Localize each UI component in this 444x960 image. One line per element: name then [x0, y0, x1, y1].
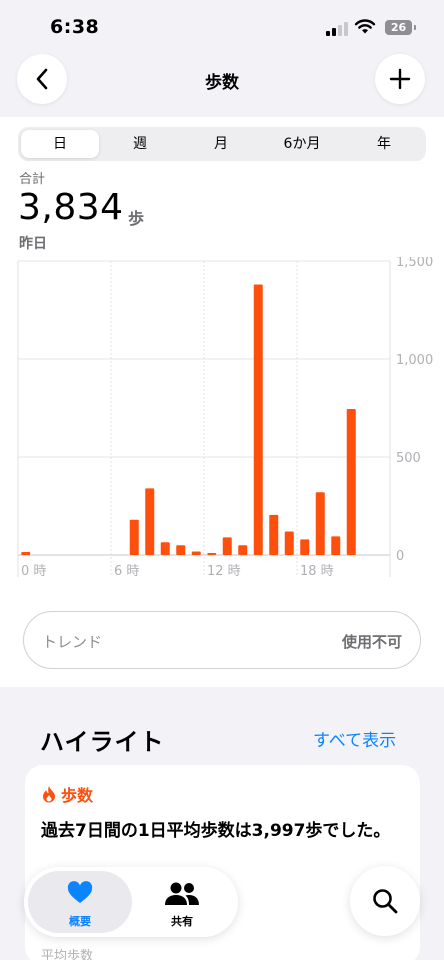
plus-icon [389, 68, 411, 90]
highlight-category: 歩数 [41, 782, 93, 806]
x-tick-label: 0 時 [21, 564, 46, 577]
cellular-signal-icon [326, 22, 348, 36]
segment-year[interactable]: 年 [345, 130, 423, 158]
segment-day[interactable]: 日 [21, 130, 99, 158]
tab-summary[interactable]: 概要 [28, 871, 132, 933]
status-bar: 6:38 26 [0, 0, 444, 54]
step-bar [222, 537, 232, 555]
segment-six-months[interactable]: 6か月 [263, 130, 341, 158]
x-tick-label: 18 時 [300, 564, 334, 577]
y-tick-label: 1,500 [396, 257, 433, 270]
step-bar [269, 514, 279, 555]
step-bar [315, 492, 325, 555]
show-all-link[interactable]: すべて表示 [313, 726, 396, 751]
y-tick-label: 0 [396, 549, 404, 564]
flame-icon [43, 786, 55, 803]
battery-icon: 26 [385, 20, 416, 35]
step-bar [300, 539, 310, 555]
highlights-heading: ハイライト [40, 728, 165, 756]
y-tick-label: 1,000 [396, 353, 433, 368]
step-bar [191, 551, 201, 555]
steps-bar-chart[interactable]: 1,500 1,000 500 0 0 時 6 時 12 時 18 時 [0, 257, 444, 577]
step-bar [284, 531, 294, 555]
step-bar [21, 552, 31, 555]
x-tick-label: 6 時 [114, 564, 139, 577]
trend-row[interactable]: トレンド 使用不可 [23, 611, 421, 669]
total-label: 合計 [19, 172, 46, 187]
nav-bar: 歩数 [0, 54, 444, 112]
period-segmented-control: 日 週 月 6か月 年 [18, 127, 426, 161]
status-time: 6:38 [50, 16, 100, 38]
add-data-button[interactable] [375, 54, 425, 104]
step-bar [129, 519, 139, 555]
step-bar [145, 488, 155, 555]
trend-status: 使用不可 [341, 633, 402, 651]
heart-icon [67, 881, 93, 903]
segment-week[interactable]: 週 [101, 130, 179, 158]
step-bar [238, 545, 248, 555]
wifi-icon [354, 19, 376, 34]
tab-sharing-label: 共有 [171, 915, 193, 928]
trend-label: トレンド [42, 633, 103, 651]
step-bar [160, 542, 170, 555]
step-bar [346, 408, 356, 555]
y-tick-label: 500 [396, 451, 421, 466]
total-value: 3,834 [18, 187, 124, 228]
people-icon [165, 882, 199, 905]
total-unit: 歩 [128, 209, 145, 228]
highlight-text: 過去7日間の1日平均歩数は3,997歩でした。 [41, 821, 391, 841]
highlight-sub-label: 平均歩数 [41, 949, 94, 960]
tab-summary-label: 概要 [69, 915, 91, 928]
search-icon [373, 889, 398, 914]
date-label: 昨日 [19, 236, 47, 252]
step-bar [331, 536, 341, 555]
search-button[interactable] [350, 866, 420, 936]
steps-chart-card: 日 週 月 6か月 年 合計 3,834 歩 昨日 1,500 1,000 500 0… [0, 117, 444, 687]
step-bar [176, 545, 186, 555]
segment-month[interactable]: 月 [182, 130, 260, 158]
tab-bar: 概要 共有 [24, 867, 238, 937]
x-tick-label: 12 時 [207, 564, 241, 577]
step-bar [253, 284, 263, 555]
step-bar [207, 553, 217, 555]
tab-sharing[interactable]: 共有 [130, 871, 234, 933]
highlight-category-label: 歩数 [61, 786, 94, 805]
